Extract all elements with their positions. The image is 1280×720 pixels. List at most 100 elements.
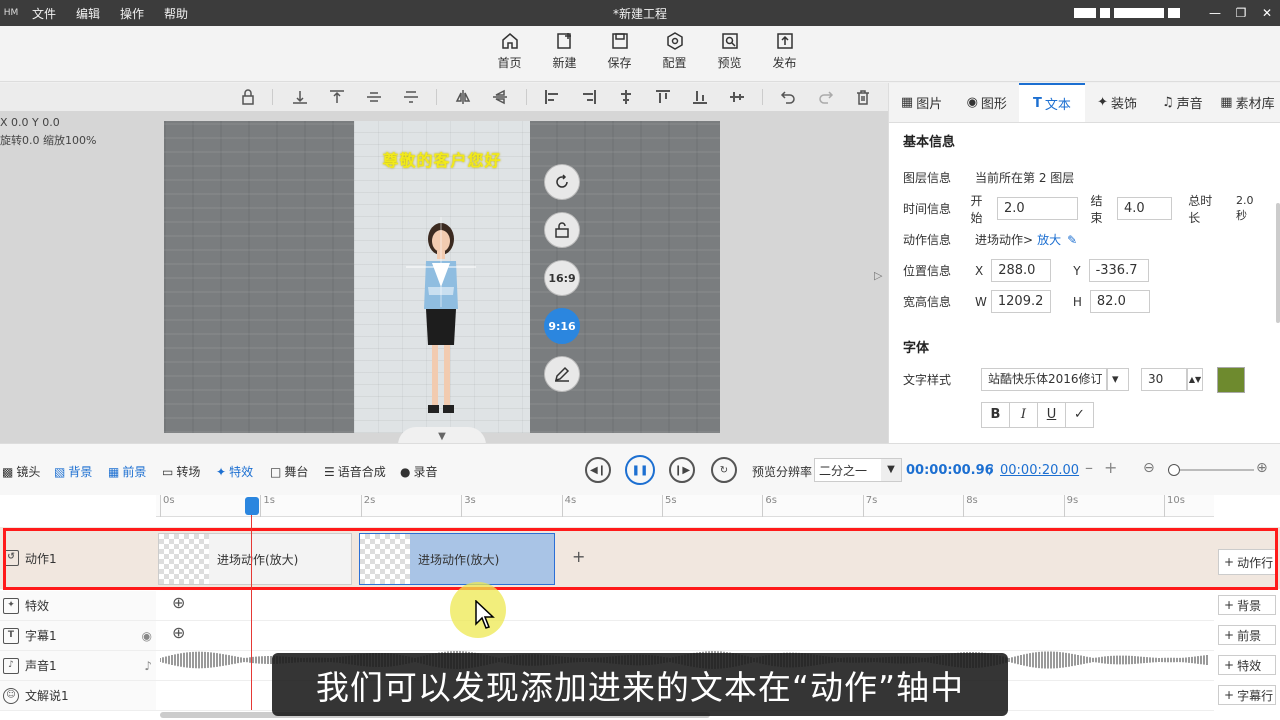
loop-button[interactable]: ↻ [711,457,737,483]
add-subtitle-row-button[interactable]: + 字幕行 [1218,685,1276,705]
end-input[interactable]: 4.0 [1117,197,1173,220]
character-figure[interactable] [406,217,476,427]
zoom-slider[interactable] [1168,464,1254,476]
foreground-tool[interactable]: ▦ 前景 [108,463,146,480]
add-effect-row-button[interactable]: + 特效 [1218,655,1276,675]
effect-tool[interactable]: ✦ 特效 [216,463,253,480]
tab-image[interactable]: ▦ 图片 [889,83,954,122]
flip-horizontal-icon[interactable] [455,89,471,105]
audio-track-header[interactable]: ♪ 声音1 ♪ [0,651,156,681]
restore-icon[interactable]: ❐ [1228,0,1254,26]
zoom-slider-handle[interactable] [1168,464,1180,476]
font-size-input[interactable]: 30 [1141,368,1187,391]
subtitle-track-header[interactable]: T 字幕1 ◉ [0,621,156,651]
tab-decoration[interactable]: ✦ 装饰 [1085,83,1150,122]
add-action-row-button[interactable]: + 动作行 [1218,549,1276,575]
panel-toggle-icon[interactable]: ▷ [874,269,888,293]
align-middle-up-icon[interactable] [366,89,382,105]
action-clip-2[interactable]: 进场动作(放大) [359,533,555,585]
x-input[interactable]: 288.0 [991,259,1052,282]
close-icon[interactable]: ✕ [1254,0,1280,26]
align-middle-down-icon[interactable] [403,89,419,105]
align-left-icon[interactable] [544,89,560,105]
tab-text[interactable]: T 文本 [1019,83,1085,122]
action-effect-link[interactable]: 放大 [1037,231,1061,248]
add-foreground-button[interactable]: + 前景 [1218,625,1276,645]
flip-vertical-icon[interactable] [492,89,508,105]
effect-lane[interactable]: ⊕ [156,591,1214,621]
action-clip-1[interactable]: 进场动作(放大) [158,533,352,585]
add-subtitle-icon[interactable]: ⊕ [172,623,185,642]
user-account[interactable] [1074,8,1180,18]
add-background-button[interactable]: + 背景 [1218,595,1276,615]
start-input[interactable]: 2.0 [997,197,1079,220]
format-brush-button[interactable]: ✓ [1065,401,1094,428]
skip-forward-button[interactable]: ❙▶ [669,457,695,483]
zoom-in-icon[interactable]: ⊕ [1256,460,1268,476]
width-input[interactable]: 1209.2 [990,290,1051,313]
publish-button[interactable]: 发布 [757,32,812,71]
record-tool[interactable]: ● 录音 [400,463,438,480]
action-track-header[interactable]: ↺ 动作1 [0,543,156,573]
font-color-swatch[interactable] [1217,366,1245,393]
edit-action-icon[interactable]: ✎ [1067,233,1077,247]
playhead-handle[interactable] [245,497,259,515]
redo-icon[interactable] [818,89,834,105]
align-center-icon[interactable] [618,89,634,105]
tab-shape[interactable]: ◉ 图形 [954,83,1019,122]
undo-icon[interactable] [780,89,796,105]
unlock-button[interactable] [544,212,580,248]
distribute-bottom-icon[interactable] [692,89,708,105]
font-size-stepper[interactable]: ▲▼ [1187,368,1203,391]
effect-track-header[interactable]: ✦ 特效 [0,591,156,621]
add-effect-icon[interactable]: ⊕ [172,593,185,612]
subtitle-lane[interactable]: ⊕ [156,621,1214,651]
font-family-select[interactable]: 站酷快乐体2016修订 [981,368,1107,391]
time-ruler[interactable]: 0s 1s 2s 3s 4s 5s 6s 7s 8s 9s 10s [156,495,1214,517]
home-button[interactable]: 首页 [482,32,537,71]
font-select-chevron-icon[interactable]: ▾ [1107,368,1129,391]
total-time[interactable]: 00:00:20.00 [1000,463,1079,478]
tab-sound[interactable]: ♫ 声音 [1150,83,1215,122]
pause-button[interactable]: ❚❚ [625,455,655,485]
edit-button[interactable] [544,356,580,392]
menu-edit[interactable]: 编辑 [66,5,110,22]
preview-button[interactable]: 预览 [702,32,757,71]
height-input[interactable]: 82.0 [1089,290,1150,313]
menu-file[interactable]: 文件 [22,5,66,22]
background-tool[interactable]: ▧ 背景 [54,463,92,480]
italic-button[interactable]: I [1009,401,1038,428]
resolution-select[interactable]: 二分之一 ▼ [814,458,902,482]
speaker-icon[interactable]: ♪ [144,659,152,673]
underline-button[interactable]: U [1037,401,1066,428]
zoom-out-icon[interactable]: ⊖ [1143,460,1155,476]
narration-track-header[interactable]: ☺ 文解说1 [0,681,156,711]
distribute-center-icon[interactable] [729,89,745,105]
settings-button[interactable]: 配置 [647,32,702,71]
add-clip-icon[interactable]: + [572,547,585,566]
align-bottom-icon[interactable] [292,89,308,105]
time-minus-icon[interactable]: – [1085,458,1093,477]
save-button[interactable]: 保存 [592,32,647,71]
lock-icon[interactable] [240,89,256,105]
bold-button[interactable]: B [981,401,1010,428]
rotate-button[interactable] [544,164,580,200]
tab-library[interactable]: ▦ 素材库 [1215,83,1280,122]
y-input[interactable]: -336.7 [1088,259,1149,282]
align-top-icon[interactable] [329,89,345,105]
ratio-16-9-button[interactable]: 16:9 [544,260,580,296]
eye-icon[interactable]: ◉ [142,629,152,643]
new-button[interactable]: 新建 [537,32,592,71]
tts-tool[interactable]: ☰ 语音合成 [324,463,386,480]
time-plus-icon[interactable]: + [1104,458,1117,477]
minimize-icon[interactable]: — [1202,0,1228,26]
align-right-icon[interactable] [581,89,597,105]
panel-scrollbar[interactable] [1276,203,1280,323]
menu-help[interactable]: 帮助 [154,5,198,22]
camera-tool[interactable]: ▩ 镜头 [2,463,40,480]
stage-tool[interactable]: □ 舞台 [270,463,308,480]
portrait-frame[interactable]: 尊敬的客户您好 [354,121,530,433]
frame-text[interactable]: 尊敬的客户您好 [354,147,530,171]
stage-canvas[interactable]: 尊敬的客户您好 [164,121,720,433]
ratio-9-16-button[interactable]: 9:16 [544,308,580,344]
